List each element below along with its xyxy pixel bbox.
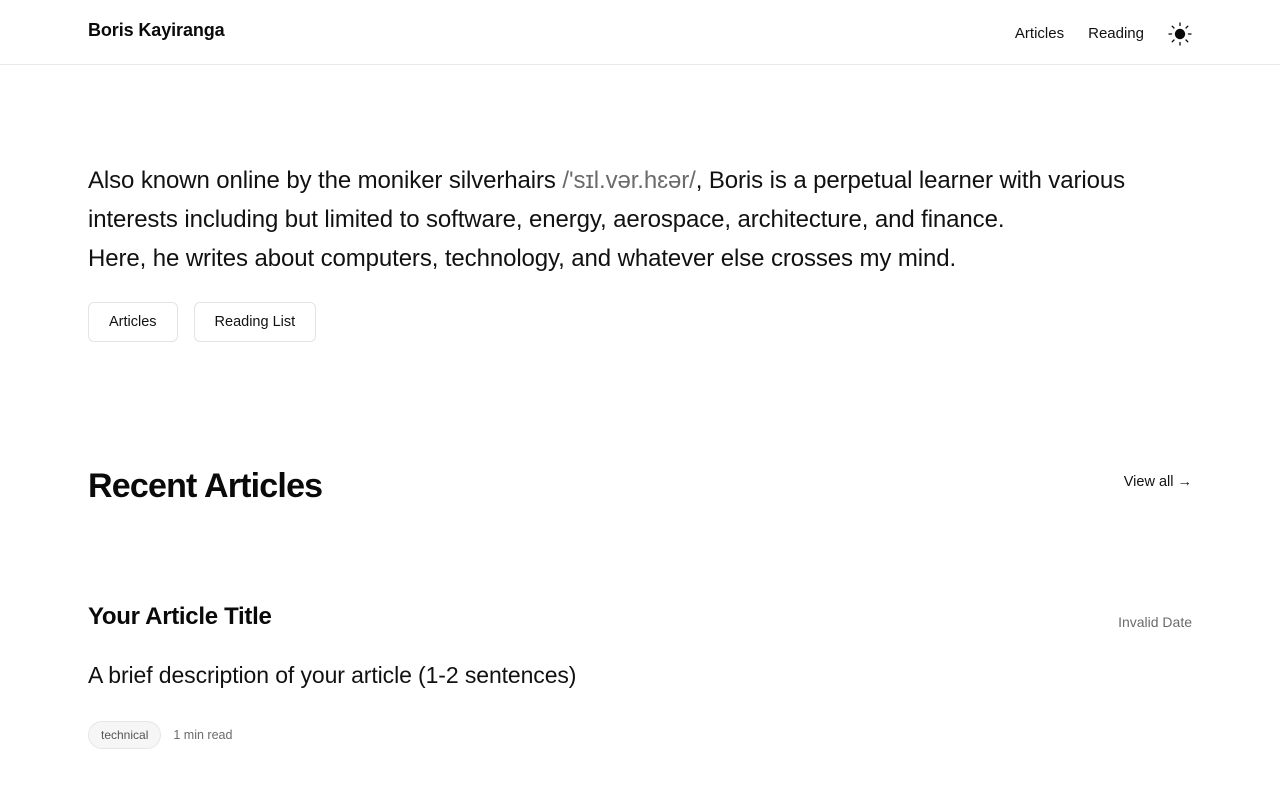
main-nav: Articles Reading [991, 22, 1192, 46]
intro-buttons: Articles Reading List [88, 302, 332, 342]
articles-button[interactable]: Articles [88, 302, 178, 342]
theme-toggle-button[interactable] [1168, 22, 1192, 46]
nav-articles-link[interactable]: Articles [1015, 24, 1064, 44]
site-header: Boris Kayiranga Articles Reading [0, 0, 1280, 65]
intro-line-2: Here, he writes about computers, technol… [88, 245, 957, 272]
site-title-link[interactable]: Boris Kayiranga [88, 20, 225, 41]
tag-badge[interactable]: technical [88, 721, 162, 749]
read-time: 1 min read [173, 728, 233, 742]
nav-reading-link[interactable]: Reading [1088, 24, 1144, 44]
article-date: Invalid Date [1118, 614, 1192, 630]
sun-icon [1168, 22, 1192, 46]
article-title-link[interactable]: Your Article Title [88, 603, 272, 631]
reading-list-button[interactable]: Reading List [193, 302, 317, 342]
phonetic-spelling: /'sɪl.vər.hɛər/ [562, 167, 696, 194]
intro-text: Also known online by the moniker silverh… [88, 161, 1198, 278]
article-description: A brief description of your article (1-2… [88, 662, 577, 688]
intro-lead: Also known online by the moniker silverh… [88, 167, 563, 194]
article-meta: technical 1 min read [88, 721, 232, 749]
view-all-link[interactable]: View all → [1124, 474, 1192, 490]
recent-articles-heading: Recent Articles [88, 467, 323, 505]
